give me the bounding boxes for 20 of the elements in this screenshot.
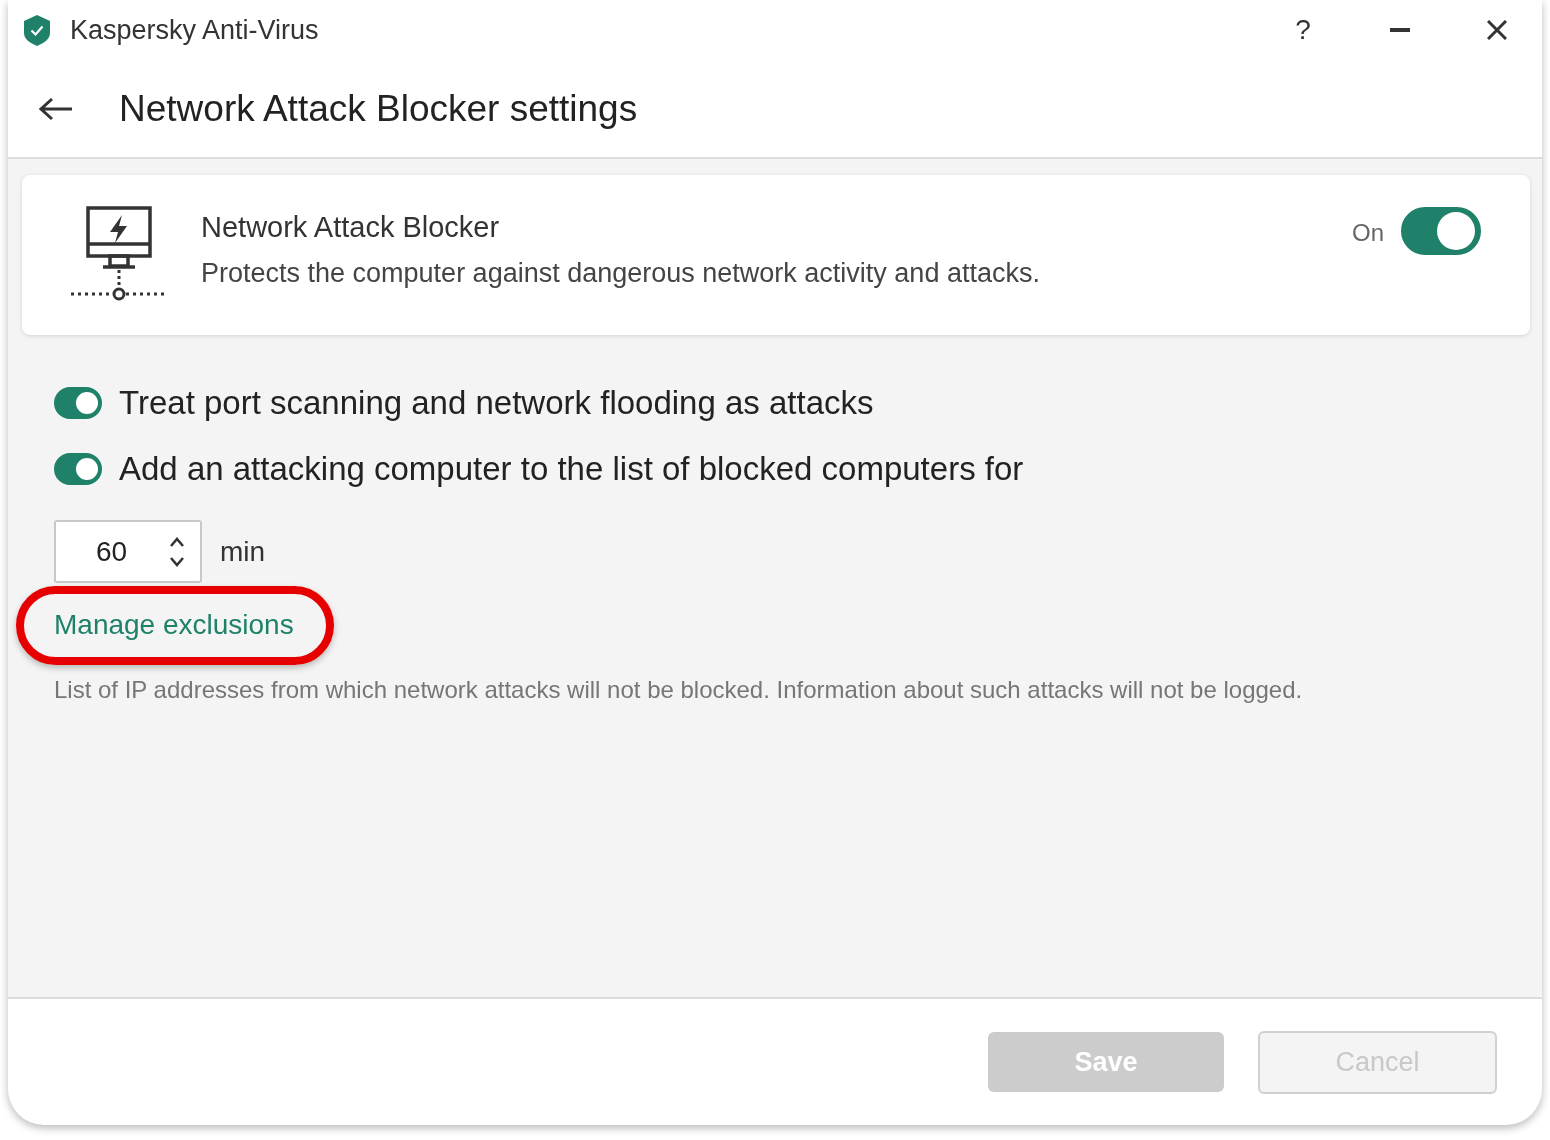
unit-label: min <box>220 535 266 568</box>
toggle-switch[interactable] <box>54 387 102 419</box>
page-title: Network Attack Blocker settings <box>119 87 638 130</box>
component-description: Protects the computer against dangerous network activity and attacks. <box>201 257 1041 290</box>
shield-icon <box>24 14 50 46</box>
toggle-switch[interactable] <box>54 453 102 485</box>
window-title: Kaspersky Anti-Virus <box>70 14 320 46</box>
up-down-chevron-icon[interactable] <box>169 535 185 568</box>
component-name: Network Attack Blocker <box>201 210 501 244</box>
close-icon <box>1487 20 1507 40</box>
option-label: Treat port scanning and network flooding as attacks <box>119 384 874 422</box>
toggle-switch[interactable] <box>1401 207 1481 255</box>
exclusions-description: List of IP addresses from which network attacks will not be blocked. Information about such attacks will not be logged. <box>54 675 1303 705</box>
back-arrow-icon <box>39 96 73 121</box>
status-label: On <box>1352 219 1384 247</box>
option-label: Add an attacking computer to the list of blocked computers for <box>119 450 1024 488</box>
manage-exclusions-link[interactable]: Manage exclusions <box>54 609 294 640</box>
minutes-spin-field[interactable]: 60 <box>54 520 202 583</box>
help-button[interactable]: ? <box>1279 10 1327 50</box>
minimize-icon <box>1390 28 1410 32</box>
